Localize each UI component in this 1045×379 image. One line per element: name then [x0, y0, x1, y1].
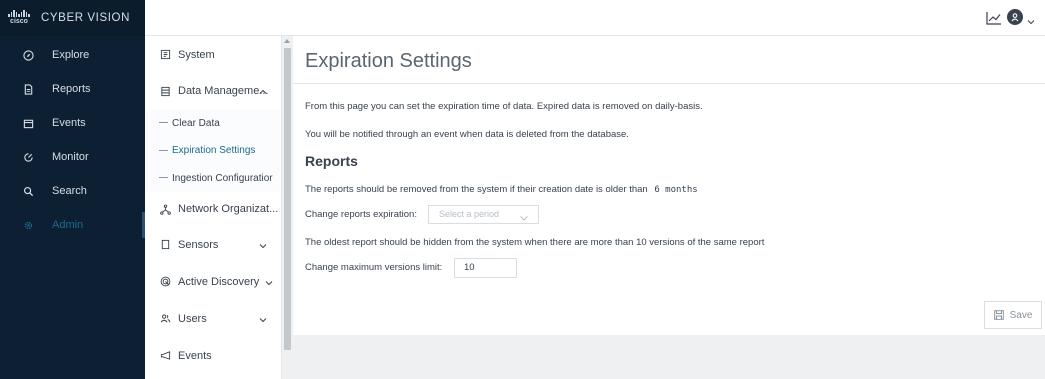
intro-text-1: From this page you can set the expiratio… — [305, 101, 703, 112]
subnav-item-sensors[interactable]: Sensors — [145, 226, 281, 263]
nav-item-label: Search — [52, 185, 87, 197]
scroll-up-arrow-icon[interactable] — [284, 39, 290, 43]
user-icon — [1011, 13, 1019, 22]
cisco-logo: cisco — [6, 10, 32, 26]
subnav-item-expiration-settings[interactable]: Expiration Settings — [145, 137, 281, 164]
section-title-reports: Reports — [305, 153, 358, 169]
chevron-down-icon — [265, 278, 273, 286]
chevron-down-icon[interactable] — [1027, 13, 1035, 25]
nav-item-label: Explore — [52, 49, 90, 61]
reports-expiration-value: 6 months — [654, 185, 698, 195]
chevron-down-icon — [259, 315, 267, 323]
nav-item-monitor[interactable]: Monitor — [0, 140, 145, 174]
subnav-item-label: Events — [178, 349, 212, 362]
subnav-item-label: Sensors — [178, 238, 219, 251]
subnav-item-label: Users — [178, 312, 207, 325]
radar-icon — [159, 276, 171, 288]
reports-expiration-sentence: The reports should be removed from the s… — [305, 184, 648, 195]
cisco-logo-bars — [8, 10, 30, 17]
save-icon — [993, 310, 1004, 320]
main-content: Expiration Settings From this page you c… — [293, 36, 1045, 379]
compass-icon — [21, 48, 35, 62]
chevron-up-icon — [259, 87, 267, 95]
line-chart-icon[interactable] — [986, 11, 1002, 25]
save-button-label: Save — [1009, 309, 1033, 321]
nav-item-reports[interactable]: Reports — [0, 72, 145, 106]
admin-subnav: System Data Manageme... Clear Data Expir… — [145, 36, 282, 379]
subnav-item-label: Active Discovery — [178, 275, 260, 288]
title-divider — [293, 83, 1045, 84]
subnav-scrollbar[interactable] — [282, 36, 293, 379]
select-placeholder: Select a period — [439, 209, 500, 219]
subnav-item-system[interactable]: System — [145, 36, 281, 73]
nav-item-search[interactable]: Search — [0, 174, 145, 208]
nav-item-label: Reports — [52, 83, 91, 95]
page-title: Expiration Settings — [305, 50, 472, 72]
intro-text-2: You will be notified through an event wh… — [305, 129, 629, 140]
scrollbar-thumb[interactable] — [284, 48, 291, 350]
calendar-icon — [21, 116, 35, 130]
data-management-children: Clear Data Expiration Settings Ingestion… — [145, 109, 281, 192]
user-avatar[interactable] — [1007, 9, 1023, 25]
nav-item-events[interactable]: Events — [0, 106, 145, 140]
nav-item-label: Monitor — [52, 151, 89, 163]
brand[interactable]: cisco CYBER VISION — [0, 0, 145, 36]
subnav-item-label: Data Manageme... — [178, 85, 269, 97]
cisco-logo-text: cisco — [10, 18, 28, 25]
expiration-period-select[interactable]: Select a period — [428, 205, 539, 224]
report-icon — [21, 82, 35, 96]
gear-icon — [21, 218, 35, 232]
search-icon — [21, 184, 35, 198]
nav-item-label: Admin — [52, 219, 84, 231]
content-footer-area — [293, 335, 1045, 379]
save-button[interactable]: Save — [984, 301, 1042, 329]
app-window: cisco CYBER VISION Explore Reports Event… — [0, 0, 1045, 379]
subnav-item-data-management[interactable]: Data Manageme... — [145, 73, 281, 109]
change-versions-label: Change maximum versions limit: — [305, 262, 443, 273]
versions-limit-input[interactable]: 10 — [454, 258, 517, 278]
sensor-icon — [159, 239, 171, 251]
reports-expiration-text: The reports should be removed from the s… — [305, 184, 698, 195]
database-icon — [159, 85, 171, 97]
nav-item-label: Events — [52, 117, 86, 129]
chevron-down-icon — [520, 211, 528, 221]
subnav-item-label: Network Organizat... — [178, 203, 279, 215]
top-header — [145, 0, 1045, 36]
subnav-item-clear-data[interactable]: Clear Data — [145, 109, 281, 137]
app-title: CYBER VISION — [41, 12, 130, 24]
subnav-item-users[interactable]: Users — [145, 300, 281, 337]
subnav-item-events[interactable]: Events — [145, 337, 281, 374]
change-expiration-label: Change reports expiration: — [305, 209, 417, 220]
nav-item-explore[interactable]: Explore — [0, 38, 145, 72]
megaphone-icon — [159, 350, 171, 362]
subnav-item-active-discovery[interactable]: Active Discovery — [145, 263, 281, 300]
monitor-icon — [21, 150, 35, 164]
subnav-item-label: System — [178, 48, 215, 61]
subnav-item-ingestion-configuration[interactable]: Ingestion Configuratior — [145, 164, 281, 192]
subnav-item-network-organization[interactable]: Network Organizat... — [145, 192, 281, 226]
main-nav: cisco CYBER VISION Explore Reports Event… — [0, 0, 145, 379]
chevron-down-icon — [259, 241, 267, 249]
versions-limit-text: The oldest report should be hidden from … — [305, 237, 765, 248]
nav-item-admin[interactable]: Admin — [0, 208, 145, 242]
network-icon — [159, 203, 171, 215]
users-icon — [159, 313, 171, 325]
system-icon — [159, 49, 171, 61]
